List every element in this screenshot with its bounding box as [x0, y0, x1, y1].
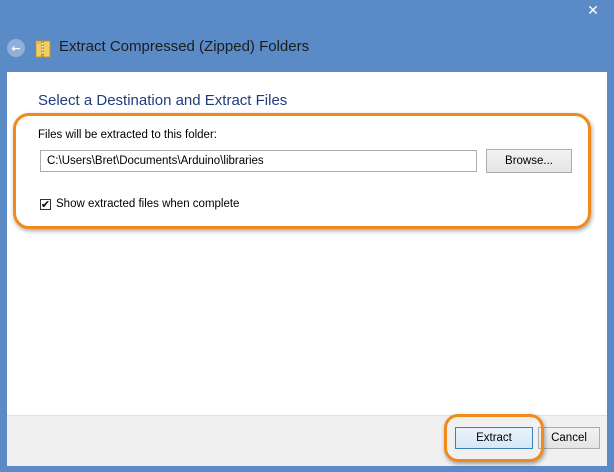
- cancel-button[interactable]: Cancel: [538, 427, 600, 449]
- back-button[interactable]: ←: [7, 39, 25, 57]
- close-button[interactable]: ✕: [580, 0, 606, 22]
- close-icon: ✕: [587, 3, 599, 19]
- content-panel: Select a Destination and Extract Files F…: [7, 72, 607, 415]
- show-files-checkbox[interactable]: ✔: [40, 197, 51, 211]
- destination-path-input[interactable]: [40, 150, 477, 172]
- extract-button[interactable]: Extract: [455, 427, 533, 449]
- window-title: Extract Compressed (Zipped) Folders: [59, 38, 310, 55]
- back-arrow-icon: ←: [11, 41, 21, 55]
- check-icon: ✔: [40, 197, 51, 211]
- title-bar: ✕ ← Extract Compressed (Zipped) Folders: [0, 0, 614, 72]
- destination-label: Files will be extracted to this folder:: [38, 129, 217, 141]
- zipped-folder-icon: [35, 40, 51, 58]
- show-files-option[interactable]: ✔ Show extracted files when complete: [40, 198, 239, 210]
- browse-button[interactable]: Browse...: [486, 149, 572, 173]
- show-files-label: Show extracted files when complete: [56, 198, 240, 210]
- page-title: Select a Destination and Extract Files: [38, 92, 288, 109]
- extract-dialog-window: ✕ ← Extract Compressed (Zipped) Folders …: [0, 0, 614, 472]
